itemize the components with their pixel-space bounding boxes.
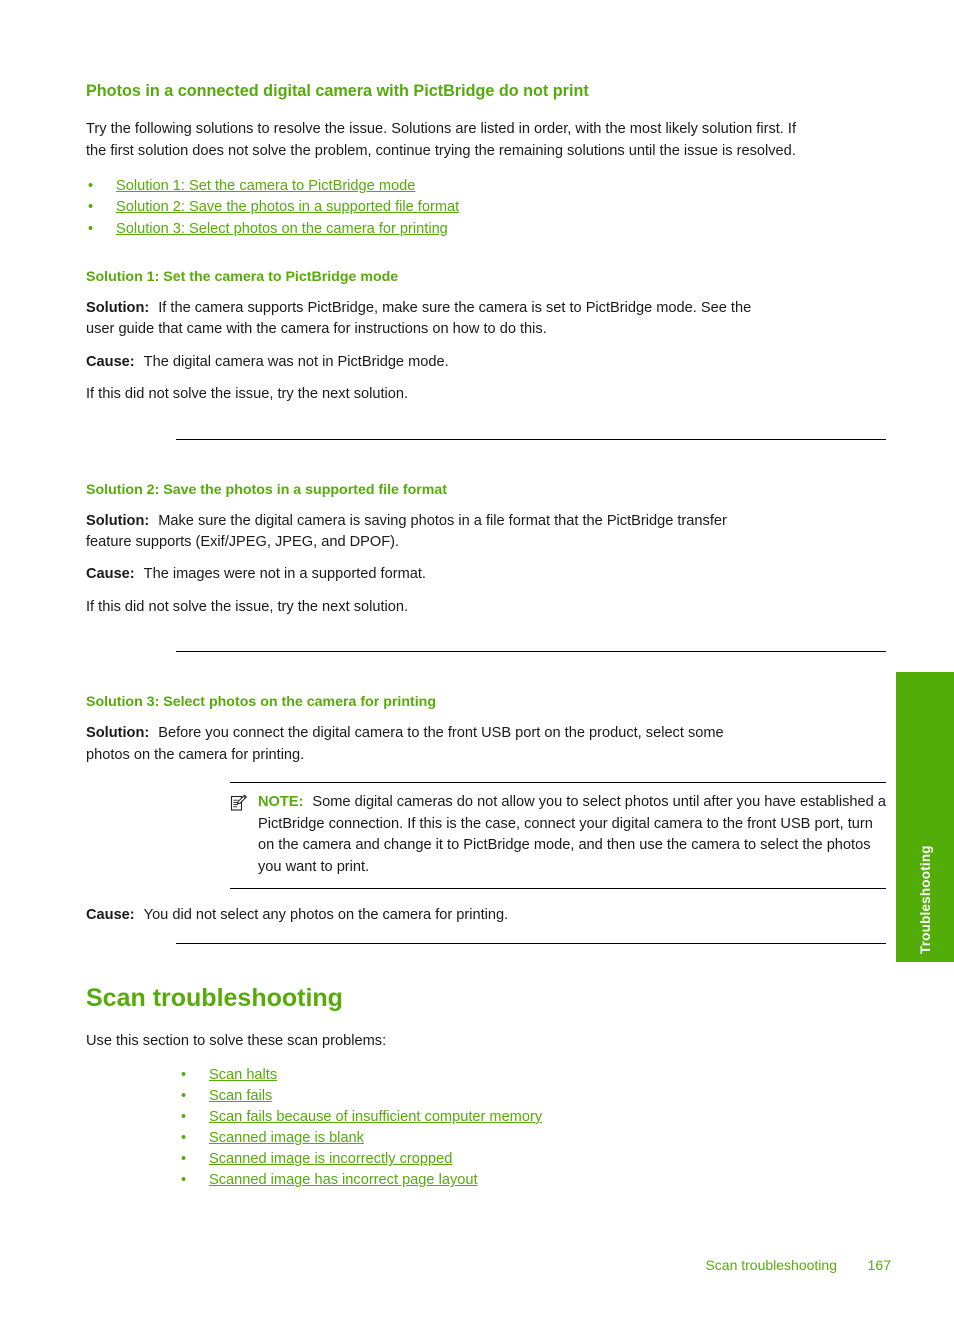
solution-2-next-paragraph: If this did not solve the issue, try the…: [86, 598, 409, 615]
cause-label: Cause:: [86, 566, 135, 583]
solution-text: Make sure the digital camera is saving p…: [86, 512, 727, 551]
list-item: • Scan fails: [179, 1086, 891, 1107]
link-scan-halts[interactable]: Scan halts: [209, 1067, 277, 1083]
note-inner: NOTE: Some digital cameras do not allow y…: [230, 792, 886, 878]
bullet-glyph: •: [88, 199, 94, 216]
cause-text: The images were not in a supported forma…: [143, 566, 426, 583]
link-scan-fails-memory[interactable]: Scan fails because of insufficient compu…: [209, 1109, 542, 1125]
bullet-glyph: •: [181, 1087, 187, 1104]
cause-label: Cause:: [86, 907, 135, 923]
scan-link-list: • Scan halts • Scan fails • Scan fails b…: [179, 1065, 891, 1192]
list-item: • Solution 2: Save the photos in a suppo…: [86, 197, 891, 218]
bullet-glyph: •: [181, 1151, 187, 1168]
page-number: 167: [867, 1257, 891, 1273]
link-solution-1[interactable]: Solution 1: Set the camera to PictBridge…: [116, 178, 415, 194]
bullet-glyph: •: [181, 1130, 187, 1147]
solution-3-cause-paragraph: Cause: You did not select any photos on t…: [86, 905, 767, 926]
list-item: • Solution 1: Set the camera to PictBrid…: [86, 176, 891, 197]
note-admonition: NOTE: Some digital cameras do not allow y…: [230, 782, 886, 889]
solution-2-solution-paragraph: Solution: Make sure the digital camera is…: [86, 511, 767, 554]
list-item: • Scanned image is blank: [179, 1128, 891, 1149]
chapter-tab-label: Troubleshooting: [917, 845, 933, 954]
link-scanned-image-cropped[interactable]: Scanned image is incorrectly cropped: [209, 1151, 452, 1167]
bullet-glyph: •: [181, 1108, 187, 1125]
note-text-content: Some digital cameras do not allow you to…: [258, 794, 886, 875]
scan-section-intro: Use this section to solve these scan pro…: [86, 1033, 387, 1050]
link-scanned-image-blank[interactable]: Scanned image is blank: [209, 1130, 364, 1146]
solution-text: If the camera supports PictBridge, make …: [86, 299, 752, 338]
chapter-tab-troubleshooting: Troubleshooting: [896, 672, 954, 962]
document-page: Troubleshooting Photos in a connected di…: [0, 0, 954, 1321]
solution-1-solution-paragraph: Solution: If the camera supports PictBrid…: [86, 298, 767, 341]
link-scanned-image-page-layout[interactable]: Scanned image has incorrect page layout: [209, 1172, 478, 1188]
page-content: Photos in a connected digital camera wit…: [86, 0, 891, 1192]
bullet-glyph: •: [181, 1066, 187, 1083]
bullet-glyph: •: [88, 178, 94, 195]
cause-label: Cause:: [86, 353, 135, 370]
note-body: NOTE: Some digital cameras do not allow y…: [258, 794, 886, 874]
note-label: NOTE:: [258, 794, 304, 811]
solution-1-next-paragraph: If this did not solve the issue, try the…: [86, 386, 409, 403]
list-item: • Scan halts: [179, 1065, 891, 1086]
solution-label: Solution:: [86, 512, 150, 529]
solution-3-heading: Solution 3: Select photos on the camera …: [86, 694, 436, 711]
footer-running-head: Scan troubleshooting: [705, 1257, 837, 1273]
topic-intro-paragraph: Try the following solutions to resolve t…: [86, 121, 797, 159]
bullet-glyph: •: [181, 1172, 187, 1189]
cause-text: The digital camera was not in PictBridge…: [143, 353, 449, 370]
solution-text: Before you connect the digital camera to…: [86, 725, 724, 763]
solution-1-cause-paragraph: Cause: The digital camera was not in Pict…: [86, 352, 767, 373]
link-solution-3[interactable]: Solution 3: Select photos on the camera …: [116, 221, 448, 237]
list-item: • Scanned image is incorrectly cropped: [179, 1149, 891, 1170]
bullet-glyph: •: [88, 220, 94, 237]
list-item: • Scan fails because of insufficient com…: [179, 1107, 891, 1128]
list-item: • Solution 3: Select photos on the camer…: [86, 219, 891, 240]
list-item: • Scanned image has incorrect page layou…: [179, 1170, 891, 1191]
solution-2-cause-paragraph: Cause: The images were not in a supported…: [86, 564, 767, 585]
link-scan-fails[interactable]: Scan fails: [209, 1088, 272, 1104]
topic-link-list: • Solution 1: Set the camera to PictBrid…: [86, 176, 891, 239]
solution-2-heading: Solution 2: Save the photos in a support…: [86, 481, 448, 498]
solution-3-solution-paragraph: Solution: Before you connect the digital …: [86, 723, 767, 766]
solution-label: Solution:: [86, 299, 150, 316]
solution-label: Solution:: [86, 725, 150, 742]
cause-text: You did not select any photos on the cam…: [143, 907, 509, 923]
link-solution-2[interactable]: Solution 2: Save the photos in a support…: [116, 199, 459, 215]
page-title: Scan troubleshooting: [86, 984, 343, 1013]
solution-1-heading: Solution 1: Set the camera to PictBridge…: [86, 268, 399, 285]
topic-heading: Photos in a connected digital camera wit…: [86, 82, 589, 100]
note-icon: [230, 794, 248, 812]
page-footer: Scan troubleshooting 167: [86, 1257, 891, 1273]
